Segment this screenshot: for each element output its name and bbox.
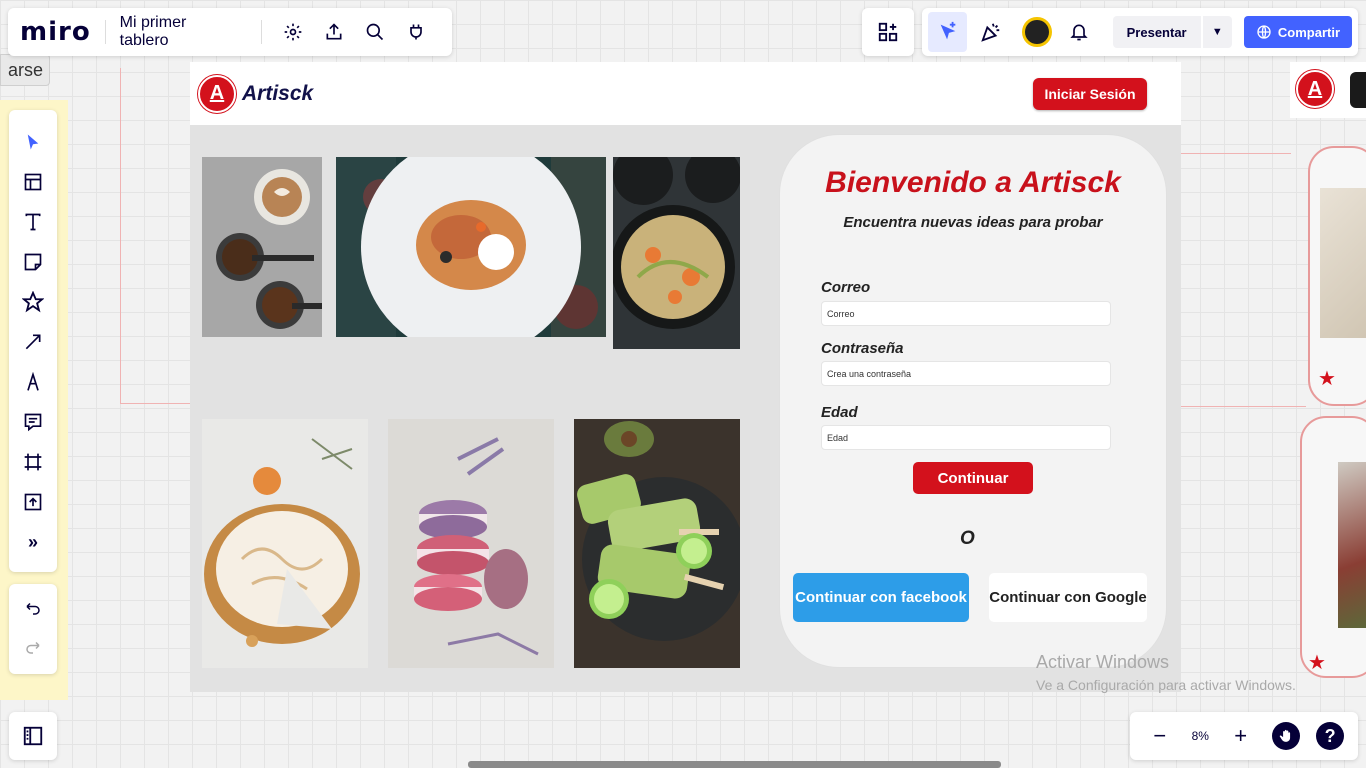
connection-line-icon[interactable]	[15, 324, 51, 360]
brand-name: Artisck	[242, 81, 314, 105]
reactions-icon[interactable]	[971, 12, 1010, 52]
password-label: Contraseña	[821, 340, 904, 357]
cursor-collab-icon[interactable]	[928, 12, 968, 52]
zoom-out-icon[interactable]: −	[1144, 720, 1176, 752]
pen-icon[interactable]	[15, 364, 51, 400]
brand-logo: A	[198, 74, 236, 113]
history-toolbar	[9, 584, 57, 674]
search-icon[interactable]	[358, 14, 391, 50]
food-thumbnail	[1338, 462, 1366, 628]
settings-icon[interactable]	[276, 14, 309, 50]
templates-icon[interactable]	[15, 164, 51, 200]
sketch-thumbnail	[1320, 188, 1366, 338]
comment-icon[interactable]	[15, 404, 51, 440]
soup-photo[interactable]	[613, 157, 740, 349]
age-field[interactable]: Edad	[821, 425, 1111, 450]
apps-icon	[878, 22, 898, 42]
google-button[interactable]: Continuar con Google	[989, 573, 1147, 622]
or-separator: O	[960, 528, 975, 549]
side-frame-label[interactable]: arse	[0, 54, 50, 86]
collaboration-toolbar: Presentar ▼ Compartir	[922, 8, 1358, 56]
star-icon[interactable]: ★	[1308, 650, 1326, 675]
adjacent-brand-logo: A	[1296, 70, 1334, 108]
present-button[interactable]: Presentar	[1112, 16, 1201, 48]
chevron-down-icon[interactable]: ▼	[1202, 16, 1232, 48]
apps-button[interactable]	[862, 8, 914, 56]
adjacent-card[interactable]: ★	[1300, 416, 1366, 678]
pasta-photo[interactable]	[336, 157, 606, 337]
board-name[interactable]: Mi primer tablero	[120, 14, 230, 50]
help-icon[interactable]: ?	[1316, 722, 1345, 750]
globe-icon	[1257, 25, 1271, 39]
plugin-icon[interactable]	[399, 14, 432, 50]
facebook-button[interactable]: Continuar con facebook	[793, 573, 969, 622]
avatar[interactable]	[1022, 17, 1052, 47]
creation-toolbar: »	[9, 110, 57, 572]
notification-bell-icon[interactable]	[1060, 12, 1099, 52]
login-button[interactable]: Iniciar Sesión	[1033, 78, 1147, 110]
share-label: Compartir	[1277, 24, 1341, 40]
sticky-note-icon[interactable]	[15, 244, 51, 280]
activate-windows-subtitle: Ve a Configuración para activar Windows.	[1036, 677, 1296, 693]
popsicles-photo[interactable]	[574, 419, 740, 668]
export-icon[interactable]	[317, 14, 350, 50]
sidebar-panel-icon	[23, 726, 43, 746]
share-button[interactable]: Compartir	[1243, 16, 1353, 48]
welcome-title: Bienvenido a Artisck	[825, 166, 1121, 199]
hand-tool-icon[interactable]	[1272, 722, 1301, 750]
connector-line	[120, 68, 190, 404]
email-label: Correo	[821, 279, 871, 296]
adjacent-card[interactable]: ★	[1308, 146, 1366, 406]
email-field[interactable]: Correo	[821, 301, 1111, 326]
upload-icon[interactable]	[15, 484, 51, 520]
divider	[261, 20, 263, 44]
board-header: miro Mi primer tablero	[8, 8, 452, 56]
welcome-subtitle: Encuentra nuevas ideas para probar	[843, 214, 1103, 231]
undo-icon[interactable]	[15, 590, 51, 625]
more-tools-icon[interactable]: »	[15, 524, 51, 560]
divider	[104, 20, 106, 44]
frame-icon[interactable]	[15, 444, 51, 480]
miro-logo[interactable]: miro	[20, 17, 91, 47]
adjacent-login-button[interactable]	[1350, 72, 1366, 108]
star-icon[interactable]: ★	[1318, 366, 1336, 391]
horizontal-scrollbar[interactable]	[468, 761, 1001, 768]
redo-icon[interactable]	[15, 629, 51, 664]
zoom-level[interactable]: 8%	[1192, 729, 1209, 743]
coffee-photo[interactable]	[202, 157, 322, 337]
zoom-in-icon[interactable]: +	[1225, 720, 1257, 752]
tart-photo[interactable]	[202, 419, 368, 668]
age-label: Edad	[821, 404, 858, 421]
select-icon[interactable]	[15, 124, 51, 160]
board-panel-toggle[interactable]	[9, 712, 57, 760]
text-icon[interactable]	[15, 204, 51, 240]
zoom-controls: − 8% + ?	[1130, 712, 1358, 760]
shapes-icon[interactable]	[15, 284, 51, 320]
macarons-photo[interactable]	[388, 419, 554, 668]
password-field[interactable]: Crea una contraseña	[821, 361, 1111, 386]
activate-windows-title: Activar Windows	[1036, 652, 1170, 672]
continue-button[interactable]: Continuar	[913, 462, 1033, 494]
